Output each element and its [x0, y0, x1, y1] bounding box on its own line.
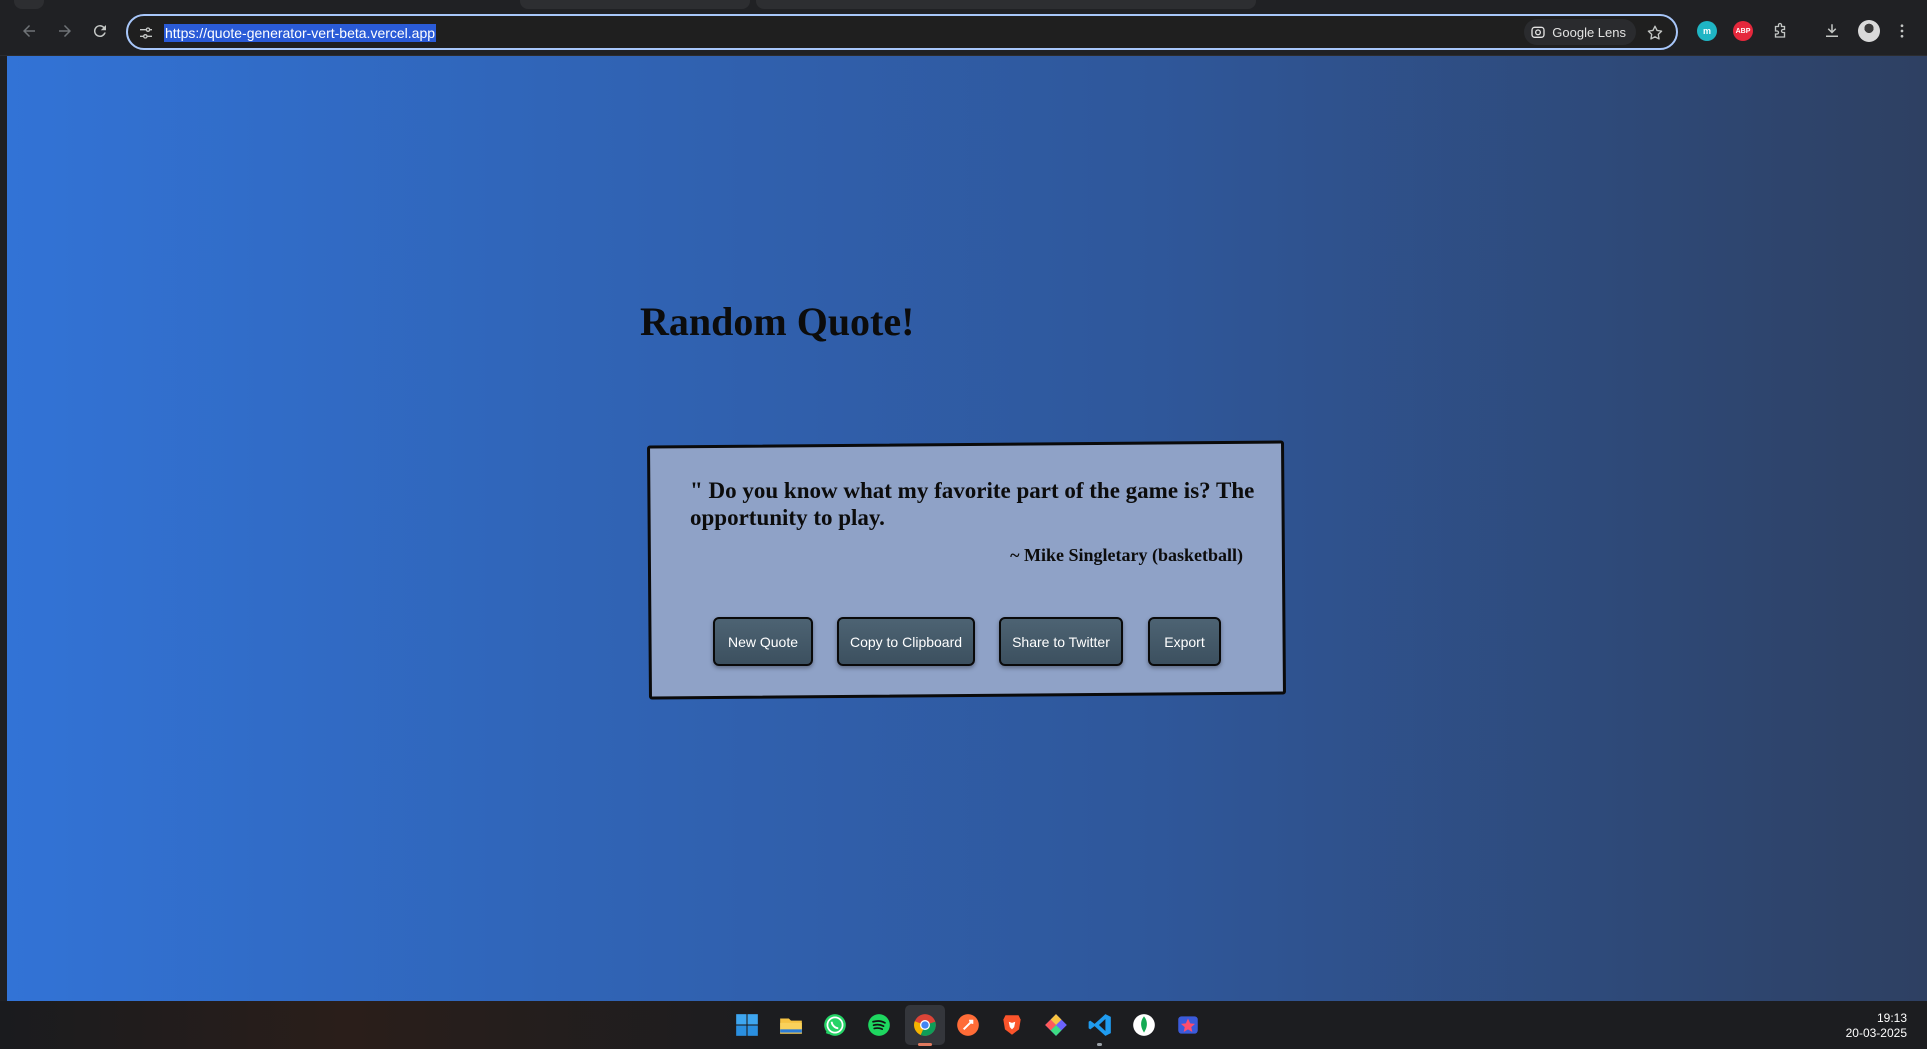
kebab-menu-icon [1900, 24, 1904, 38]
system-clock[interactable]: 19:13 20-03-2025 [1846, 1011, 1907, 1041]
new-quote-button[interactable]: New Quote [713, 617, 813, 666]
window-edge [0, 56, 7, 1001]
bookmark-button[interactable] [1644, 22, 1666, 44]
whatsapp-icon[interactable] [821, 1011, 849, 1039]
file-explorer-icon[interactable] [777, 1011, 805, 1039]
extension-m-icon[interactable]: m [1697, 21, 1717, 41]
quote-text: " Do you know what my favorite part of t… [690, 478, 1255, 530]
share-to-twitter-button[interactable]: Share to Twitter [999, 617, 1123, 666]
chrome-icon[interactable] [911, 1011, 939, 1039]
windows-start-icon[interactable] [733, 1011, 761, 1039]
running-app-indicator [1097, 1043, 1102, 1046]
taskbar: 19:13 20-03-2025 [0, 1001, 1927, 1049]
address-bar[interactable]: https://quote-generator-vert-beta.vercel… [126, 14, 1678, 50]
star-icon [1647, 25, 1663, 40]
clock-time: 19:13 [1876, 1011, 1907, 1025]
mongodb-compass-icon[interactable] [1130, 1011, 1158, 1039]
spotify-icon[interactable] [865, 1011, 893, 1039]
browser-toolbar: https://quote-generator-vert-beta.vercel… [0, 0, 1927, 56]
export-button[interactable]: Export [1148, 617, 1221, 666]
back-button[interactable] [15, 17, 43, 45]
vscode-icon[interactable] [1086, 1011, 1114, 1039]
download-icon [1826, 24, 1838, 37]
tab-strip-edge [14, 0, 44, 9]
reload-icon [93, 25, 106, 38]
quote-author: ~ Mike Singletary (basketball) [1010, 545, 1243, 565]
active-app-indicator [918, 1043, 932, 1046]
page-title: Random Quote! [640, 299, 915, 344]
tab-strip-edge [756, 0, 1256, 9]
site-info-icon[interactable] [136, 23, 156, 43]
forward-button[interactable] [51, 17, 79, 45]
google-lens-button[interactable]: Google Lens [1524, 19, 1636, 45]
extensions-button[interactable] [1768, 19, 1792, 43]
adblock-plus-icon[interactable]: ABP [1733, 21, 1753, 41]
copy-to-clipboard-button[interactable]: Copy to Clipboard [837, 617, 975, 666]
brave-icon[interactable] [998, 1011, 1026, 1039]
url-text[interactable]: https://quote-generator-vert-beta.vercel… [164, 24, 437, 42]
arrow-right-icon [59, 25, 71, 37]
google-lens-label: Google Lens [1552, 24, 1626, 40]
app-tool-icon[interactable] [1174, 1011, 1202, 1039]
downloads-button[interactable] [1820, 19, 1844, 43]
arrow-left-icon [23, 25, 35, 37]
tab-strip-edge [520, 0, 750, 9]
git-tool-icon[interactable] [1042, 1011, 1070, 1039]
clock-date: 20-03-2025 [1845, 1026, 1907, 1040]
profile-avatar[interactable] [1858, 20, 1880, 42]
camera-lens-icon [1531, 26, 1545, 38]
postman-icon[interactable] [954, 1011, 982, 1039]
menu-button[interactable] [1890, 19, 1914, 43]
reload-button[interactable] [86, 17, 114, 45]
puzzle-icon [1774, 22, 1786, 38]
